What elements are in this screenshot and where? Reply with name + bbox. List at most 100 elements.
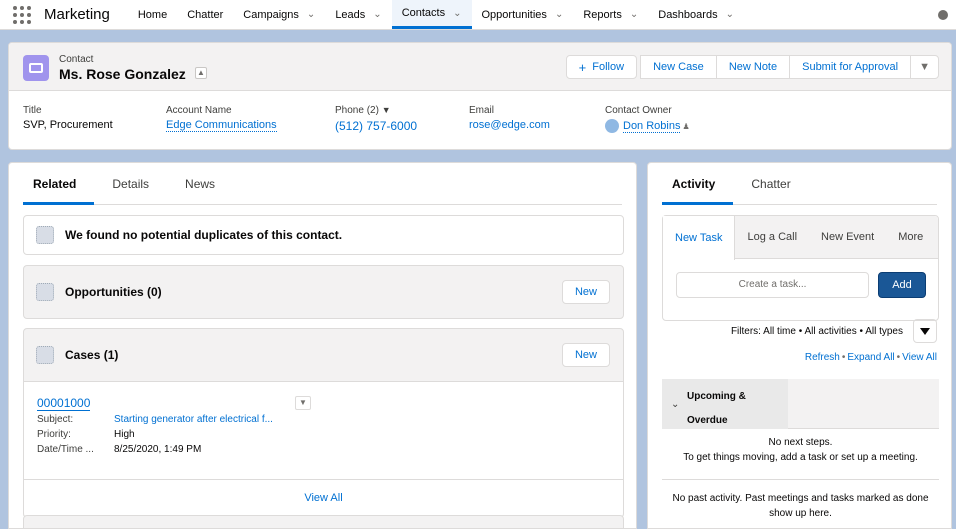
case-icon [36,346,54,364]
case-date-row: Date/Time ... 8/25/2020, 1:49 PM [37,444,201,455]
field-label: Account Name [166,105,232,116]
account-link[interactable]: Edge Communications [166,119,277,132]
field-title: Title SVP, Procurement [23,105,113,131]
upcoming-overdue-section: ⌄ Upcoming & Overdue [662,379,939,429]
divider [662,479,939,480]
related-card-partial [23,515,624,528]
nav-label: Opportunities [481,8,547,21]
follow-label: Follow [592,61,625,73]
nav-item-chatter[interactable]: Chatter [177,0,233,29]
case-priority-value: High [114,429,135,440]
field-label: Contact Owner [605,105,672,116]
chevron-down-icon[interactable]: ⌄ [307,9,315,20]
tab-log-a-call[interactable]: Log a Call [735,216,809,258]
settings-icon[interactable] [938,9,948,20]
case-field-label: Date/Time ... [37,444,94,455]
new-case-button[interactable]: New [561,343,610,367]
tab-activity[interactable]: Activity [662,163,734,205]
chevron-down-icon[interactable]: ⌄ [453,8,461,19]
owner-link[interactable]: Don Robins [623,119,681,133]
field-value: SVP, Procurement [23,119,113,131]
case-subject-row: Subject: Starting generator after electri… [37,414,273,425]
refresh-link[interactable]: Refresh [805,352,840,363]
field-account: Account Name Edge Communications [166,105,277,132]
nav-item-contacts[interactable]: Contacts ⌄ [391,0,472,29]
new-opportunity-button[interactable]: New [561,280,610,304]
tab-new-task[interactable]: New Task [663,216,736,260]
phone-link[interactable]: (512) 757-6000 [335,119,417,133]
case-subject-link[interactable]: Starting generator after electrical f... [114,414,273,425]
case-date-value: 8/25/2020, 1:49 PM [114,444,202,455]
caret-down-icon[interactable]: ▼ [382,105,391,115]
nav-label: Reports [583,8,622,21]
case-item: 00001000 ▼ Subject: Starting generator af… [24,381,623,479]
opportunities-card: Opportunities (0) New [23,265,624,319]
nav-item-opportunities[interactable]: Opportunities ⌄ [472,0,574,29]
nav-label: Home [137,8,168,21]
nav-label: Contacts [401,7,446,19]
field-phone: Phone (2) ▼ (512) 757-6000 [335,105,417,133]
submit-for-approval-button[interactable]: Submit for Approval [789,55,912,79]
duplicates-message: We found no potential duplicates of this… [65,228,343,242]
follow-button[interactable]: + Follow [565,55,638,79]
upcoming-overdue-toggle[interactable]: ⌄ Upcoming & Overdue [662,379,788,429]
opportunities-title[interactable]: Opportunities (0) [65,285,162,299]
field-label: Title [23,105,42,116]
create-task-input[interactable]: Create a task... [676,272,869,298]
new-case-button[interactable]: New Case [640,55,717,79]
new-note-button[interactable]: New Note [715,55,791,79]
avatar [605,119,619,133]
cases-card: Cases (1) New 00001000 ▼ Subject: Startin… [23,328,624,518]
activity-filters: Filters: All time • All activities • All… [730,326,903,337]
tab-details[interactable]: Details [94,163,167,204]
tab-chatter[interactable]: Chatter [733,163,808,204]
change-owner-icon[interactable]: ♟ [682,122,689,131]
case-number-link[interactable]: 00001000 [37,396,91,411]
tab-more[interactable]: More [886,216,935,258]
view-all-link[interactable]: View All [902,352,937,363]
chevron-down-icon[interactable]: ⌄ [373,9,381,20]
case-field-label: Priority: [37,429,71,440]
tab-related[interactable]: Related [23,163,95,205]
no-past-activity-message: No past activity. Past meetings and task… [662,491,939,521]
no-steps-line1: No next steps. [768,437,833,448]
record-name: Ms. Rose Gonzalez [59,66,186,82]
add-task-button[interactable]: Add [878,272,926,298]
tab-news[interactable]: News [167,163,233,204]
more-actions-button[interactable]: ▼ [910,55,939,79]
hierarchy-icon[interactable]: ▲ [195,67,207,79]
app-name: Marketing [44,6,110,23]
nav-item-home[interactable]: Home [128,0,177,29]
duplicates-card: We found no potential duplicates of this… [23,215,624,255]
filter-icon[interactable] [913,319,937,343]
field-label: Phone (2) [335,105,379,116]
nav-label: Dashboards [658,8,718,21]
no-past-line1: No past activity. Past meetings and task… [672,493,929,504]
chevron-down-icon[interactable]: ⌄ [726,9,734,20]
tab-new-event[interactable]: New Event [809,216,886,258]
related-tabs: Related Details News [23,163,622,205]
nav-item-reports[interactable]: Reports ⌄ [573,0,648,29]
case-priority-row: Priority: High [37,429,135,440]
no-steps-line2: To get things moving, add a task or set … [683,452,918,463]
record-header: Contact Ms. Rose Gonzalez ▲ + Follow New … [8,42,952,150]
cases-view-all-link[interactable]: View All [24,479,623,517]
app-launcher-icon[interactable] [0,0,44,29]
email-link[interactable]: rose@edge.com [469,119,550,131]
chevron-down-icon[interactable]: ⌄ [630,9,638,20]
activity-links: Refresh • Expand All • View All [804,352,937,363]
nav-item-leads[interactable]: Leads ⌄ [325,0,391,29]
nav-item-dashboards[interactable]: Dashboards ⌄ [648,0,744,29]
nav-label: Chatter [187,8,224,21]
no-past-line2: show up here. [769,508,832,519]
field-owner: Contact Owner Don Robins ♟ [605,105,690,133]
cases-title[interactable]: Cases (1) [65,348,118,362]
case-actions-icon[interactable]: ▼ [295,396,311,410]
contact-icon [23,55,49,81]
activity-composer: New Task Log a Call New Event More Creat… [662,215,939,321]
activity-tabs: Activity Chatter [662,163,937,205]
nav-item-campaigns[interactable]: Campaigns ⌄ [233,0,325,29]
chevron-down-icon[interactable]: ⌄ [555,9,563,20]
expand-all-link[interactable]: Expand All [847,352,894,363]
upcoming-title-line1: Upcoming & [687,391,746,402]
